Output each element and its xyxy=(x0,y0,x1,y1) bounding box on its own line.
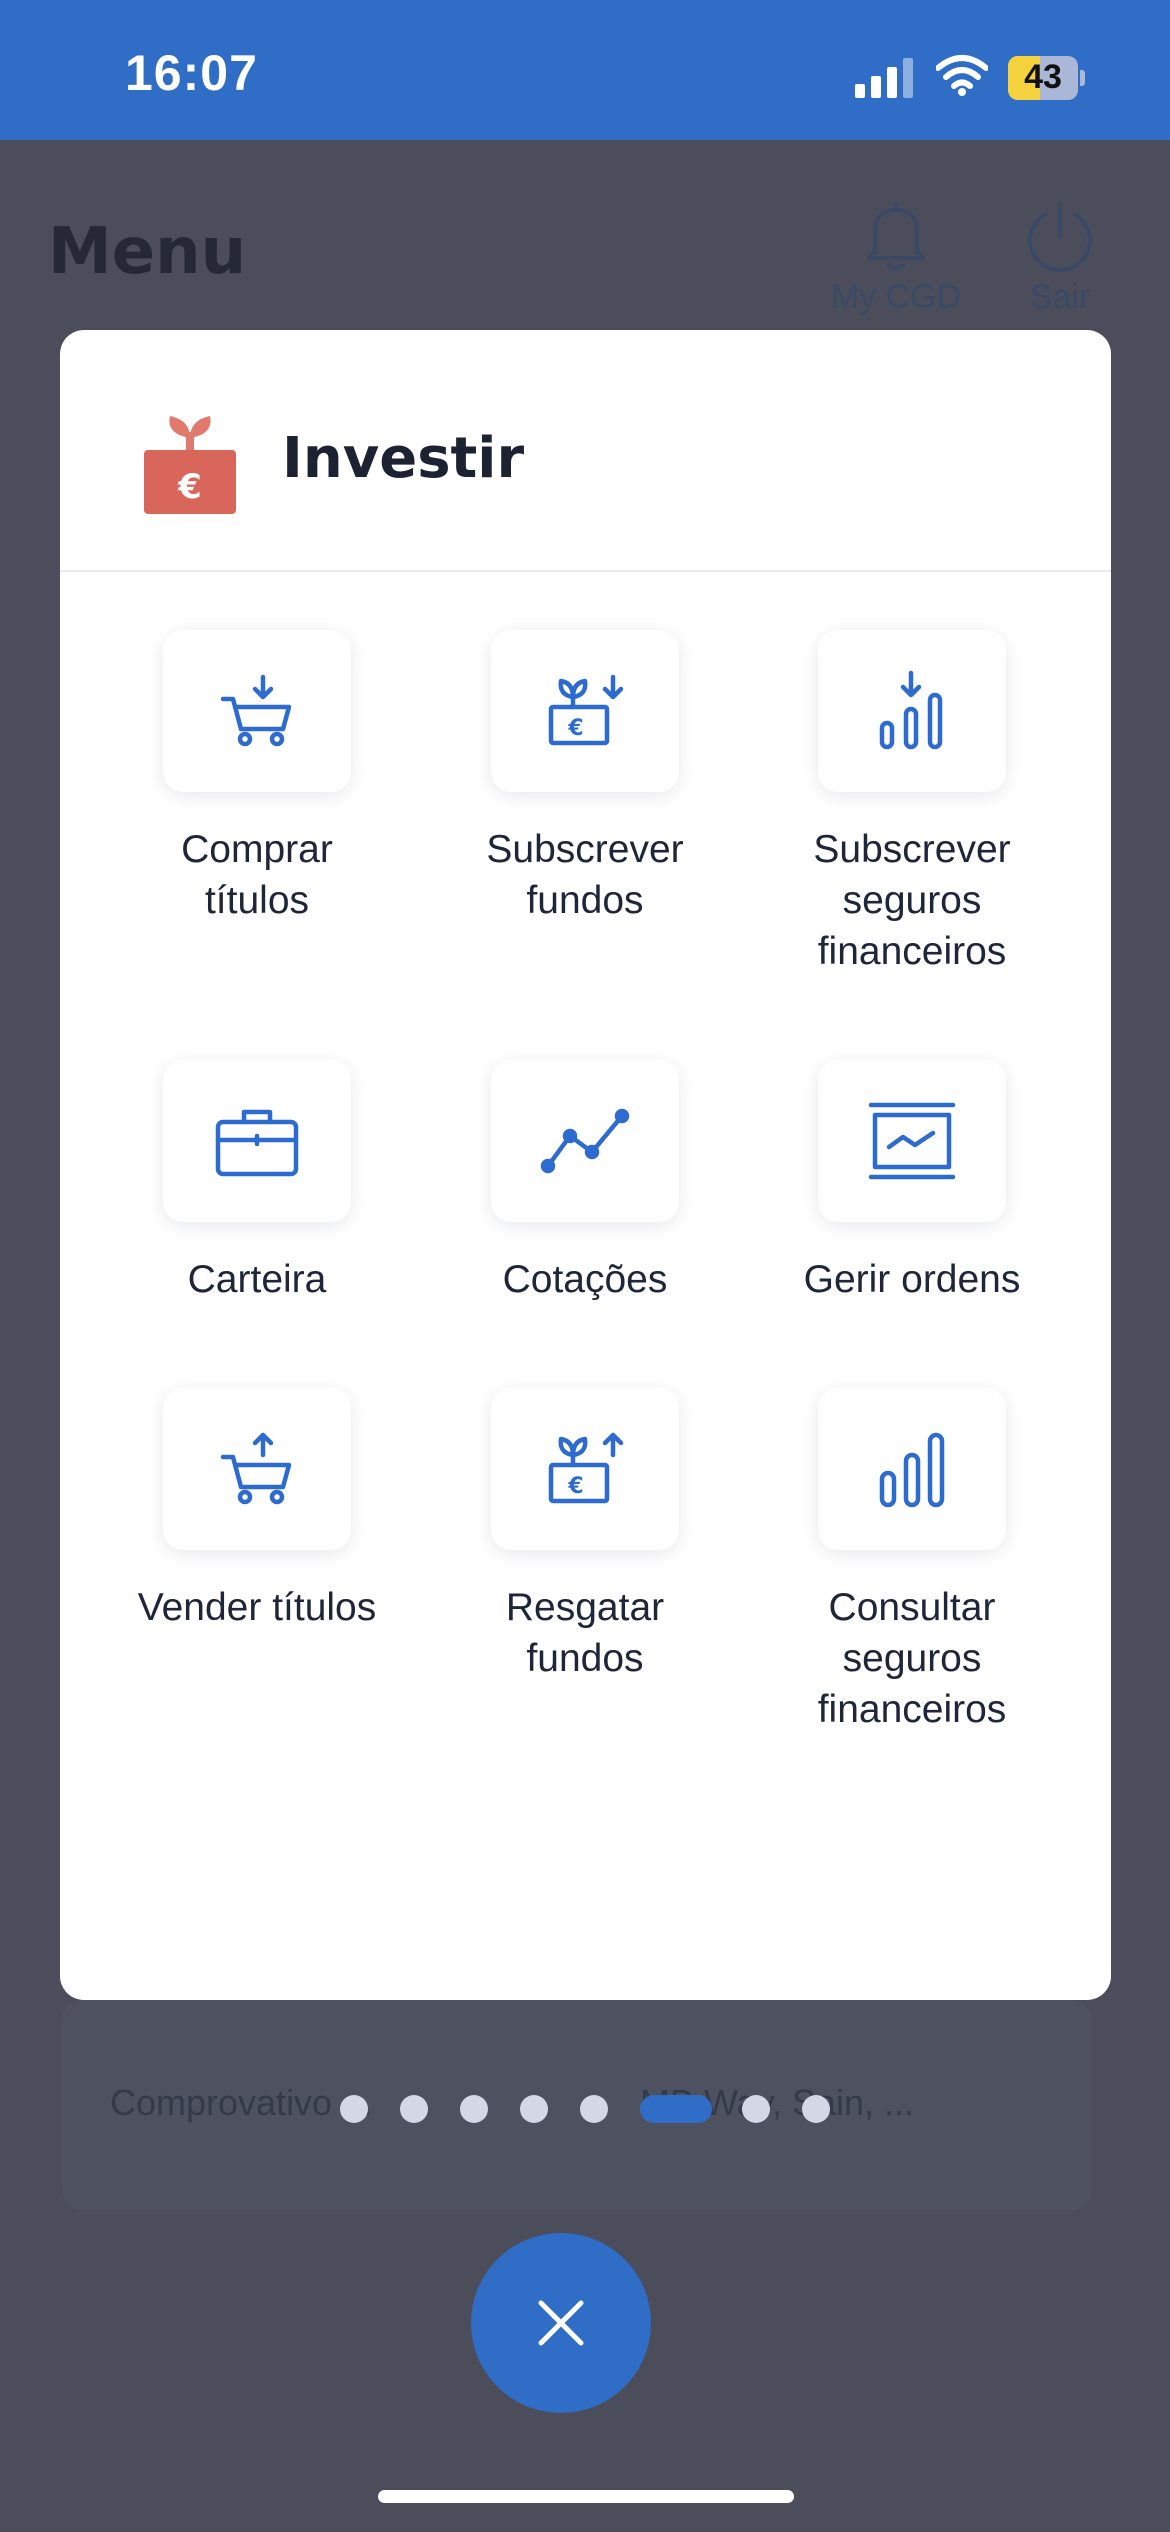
item-label-line1: Cotações xyxy=(502,1258,668,1301)
signal-icon xyxy=(855,58,913,98)
menu-item-consultar-seguros[interactable]: Consultar seguros financeiros xyxy=(749,1388,1075,1735)
item-label-line2: seguros xyxy=(842,879,982,922)
battery-indicator: 43 xyxy=(1008,56,1086,100)
menu-item-cotacoes[interactable]: Cotações xyxy=(422,1060,748,1305)
menu-item-carteira[interactable]: Carteira xyxy=(94,1060,420,1305)
item-label-line2: títulos xyxy=(204,879,310,922)
modal-title: Investir xyxy=(282,426,525,491)
pagination-dot[interactable] xyxy=(742,2095,770,2123)
tile[interactable]: € xyxy=(491,630,679,792)
battery-level: 43 xyxy=(1024,58,1062,96)
page-title: Menu xyxy=(48,215,247,289)
menu-item-vender-titulos[interactable]: Vender títulos xyxy=(94,1388,420,1633)
my-cgd-label: My CGD xyxy=(830,278,962,316)
item-label-line1: Gerir ordens xyxy=(803,1258,1021,1301)
item-label-line1: Consultar xyxy=(828,1586,996,1629)
menu-item-resgatar-fundos[interactable]: € Resgatar fundos xyxy=(422,1388,748,1684)
pagination-dot[interactable] xyxy=(580,2095,608,2123)
tile[interactable] xyxy=(818,1060,1006,1222)
pagination xyxy=(0,2095,1170,2125)
exit-label: Sair xyxy=(1029,278,1091,316)
screen-chart-icon xyxy=(868,1102,956,1180)
pagination-dot-active[interactable] xyxy=(640,2095,712,2123)
item-label-line1: Subscrever xyxy=(813,828,1011,871)
svg-text:€: € xyxy=(567,1474,583,1499)
power-icon xyxy=(1027,202,1093,272)
tile[interactable] xyxy=(163,1060,351,1222)
menu-item-gerir-ordens[interactable]: Gerir ordens xyxy=(749,1060,1075,1305)
pagination-dot[interactable] xyxy=(460,2095,488,2123)
item-label-line3: financeiros xyxy=(817,1688,1007,1731)
briefcase-icon xyxy=(215,1109,299,1177)
tile[interactable] xyxy=(163,630,351,792)
wifi-icon xyxy=(936,55,988,96)
item-label-line2: fundos xyxy=(526,879,644,922)
bar-chart-icon xyxy=(879,1432,945,1508)
tile[interactable]: € xyxy=(491,1388,679,1550)
exit-button[interactable]: Sair xyxy=(1010,200,1110,317)
my-cgd-button[interactable]: My CGD xyxy=(826,200,966,317)
pagination-dot[interactable] xyxy=(400,2095,428,2123)
pagination-dot[interactable] xyxy=(520,2095,548,2123)
pagination-dot[interactable] xyxy=(340,2095,368,2123)
tile[interactable] xyxy=(818,630,1006,792)
item-label-line2: seguros xyxy=(842,1637,982,1680)
tile[interactable] xyxy=(163,1388,351,1550)
item-label-line1: Resgatar xyxy=(505,1586,665,1629)
menu-item-subscrever-seguros[interactable]: Subscrever seguros financeiros xyxy=(749,630,1075,977)
status-time: 16:07 xyxy=(125,45,258,101)
item-label-line1: Carteira xyxy=(187,1258,327,1301)
pagination-dot[interactable] xyxy=(802,2095,830,2123)
plant-euro-out-icon: € xyxy=(548,1432,624,1504)
menu-item-subscrever-fundos[interactable]: € Subscrever fundos xyxy=(422,630,748,926)
line-chart-icon xyxy=(540,1108,630,1174)
close-button[interactable] xyxy=(471,2233,651,2413)
close-icon xyxy=(538,2300,584,2346)
tile[interactable] xyxy=(491,1060,679,1222)
bell-icon xyxy=(867,203,925,270)
investir-modal: € Investir Comprar títulos € Subscrever … xyxy=(60,330,1111,2000)
menu-item-comprar-titulos[interactable]: Comprar títulos xyxy=(94,630,420,926)
item-label-line1: Subscrever xyxy=(486,828,684,871)
plant-euro-in-icon: € xyxy=(548,674,624,746)
item-label-line3: financeiros xyxy=(817,930,1007,973)
euro-plant-box-icon: € xyxy=(144,416,236,514)
item-label-line2: fundos xyxy=(526,1637,644,1680)
status-bar: 16:07 43 xyxy=(0,0,1170,140)
bar-chart-down-icon xyxy=(879,670,943,750)
item-label-line1: Comprar xyxy=(181,828,333,871)
cart-download-icon xyxy=(220,674,292,747)
modal-header: € Investir xyxy=(60,330,1111,572)
cart-upload-icon xyxy=(220,1432,292,1505)
svg-text:€: € xyxy=(567,716,583,741)
tile[interactable] xyxy=(818,1388,1006,1550)
svg-text:€: € xyxy=(177,467,202,507)
home-indicator xyxy=(378,2490,794,2503)
item-label-line1: Vender títulos xyxy=(137,1586,377,1629)
